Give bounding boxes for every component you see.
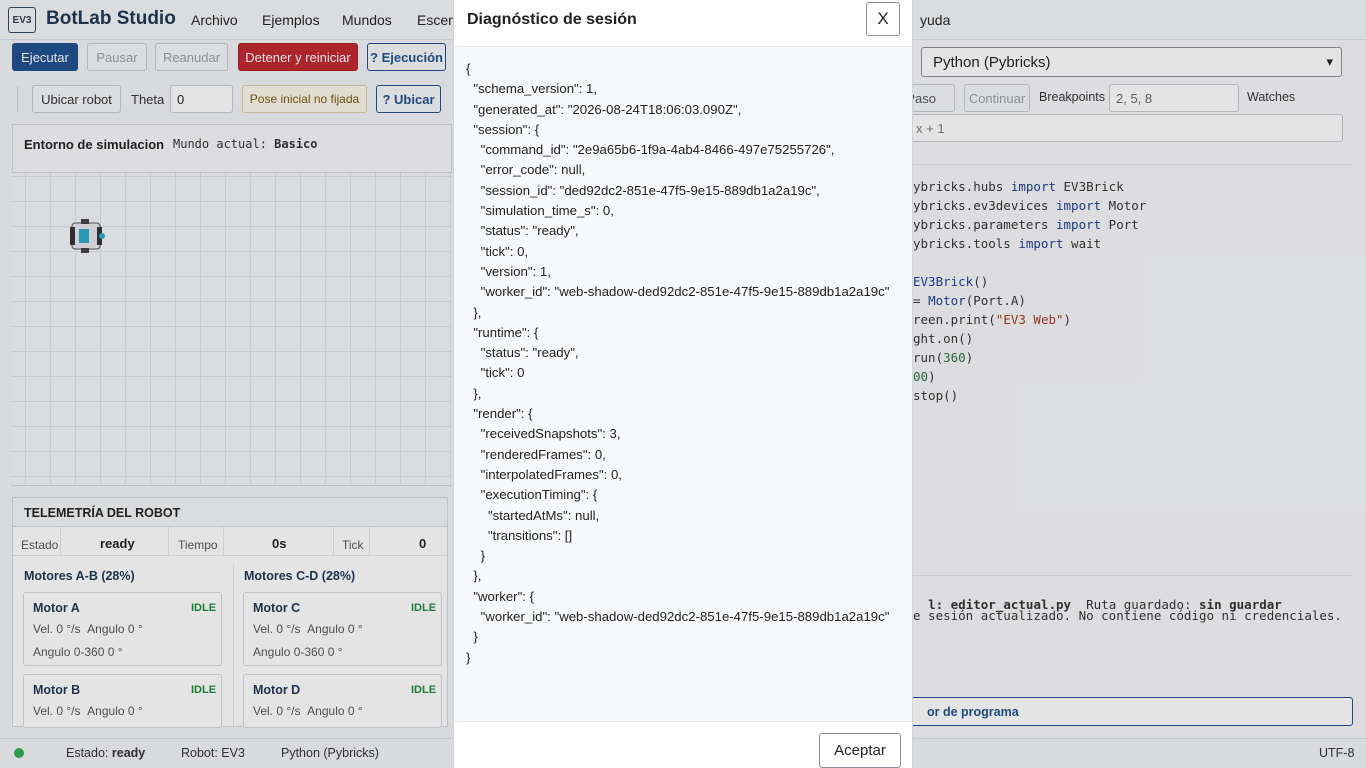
dialog-header: Diagnóstico de sesión X [454,0,912,47]
accept-button[interactable]: Aceptar [819,733,901,768]
dialog-footer: Aceptar [454,721,912,768]
dialog-title: Diagnóstico de sesión [467,11,637,28]
diagnostics-json: { "schema_version": 1, "generated_at": "… [454,47,912,721]
close-button[interactable]: X [866,2,900,36]
session-diagnostics-dialog: Diagnóstico de sesión X { "schema_versio… [453,0,913,768]
